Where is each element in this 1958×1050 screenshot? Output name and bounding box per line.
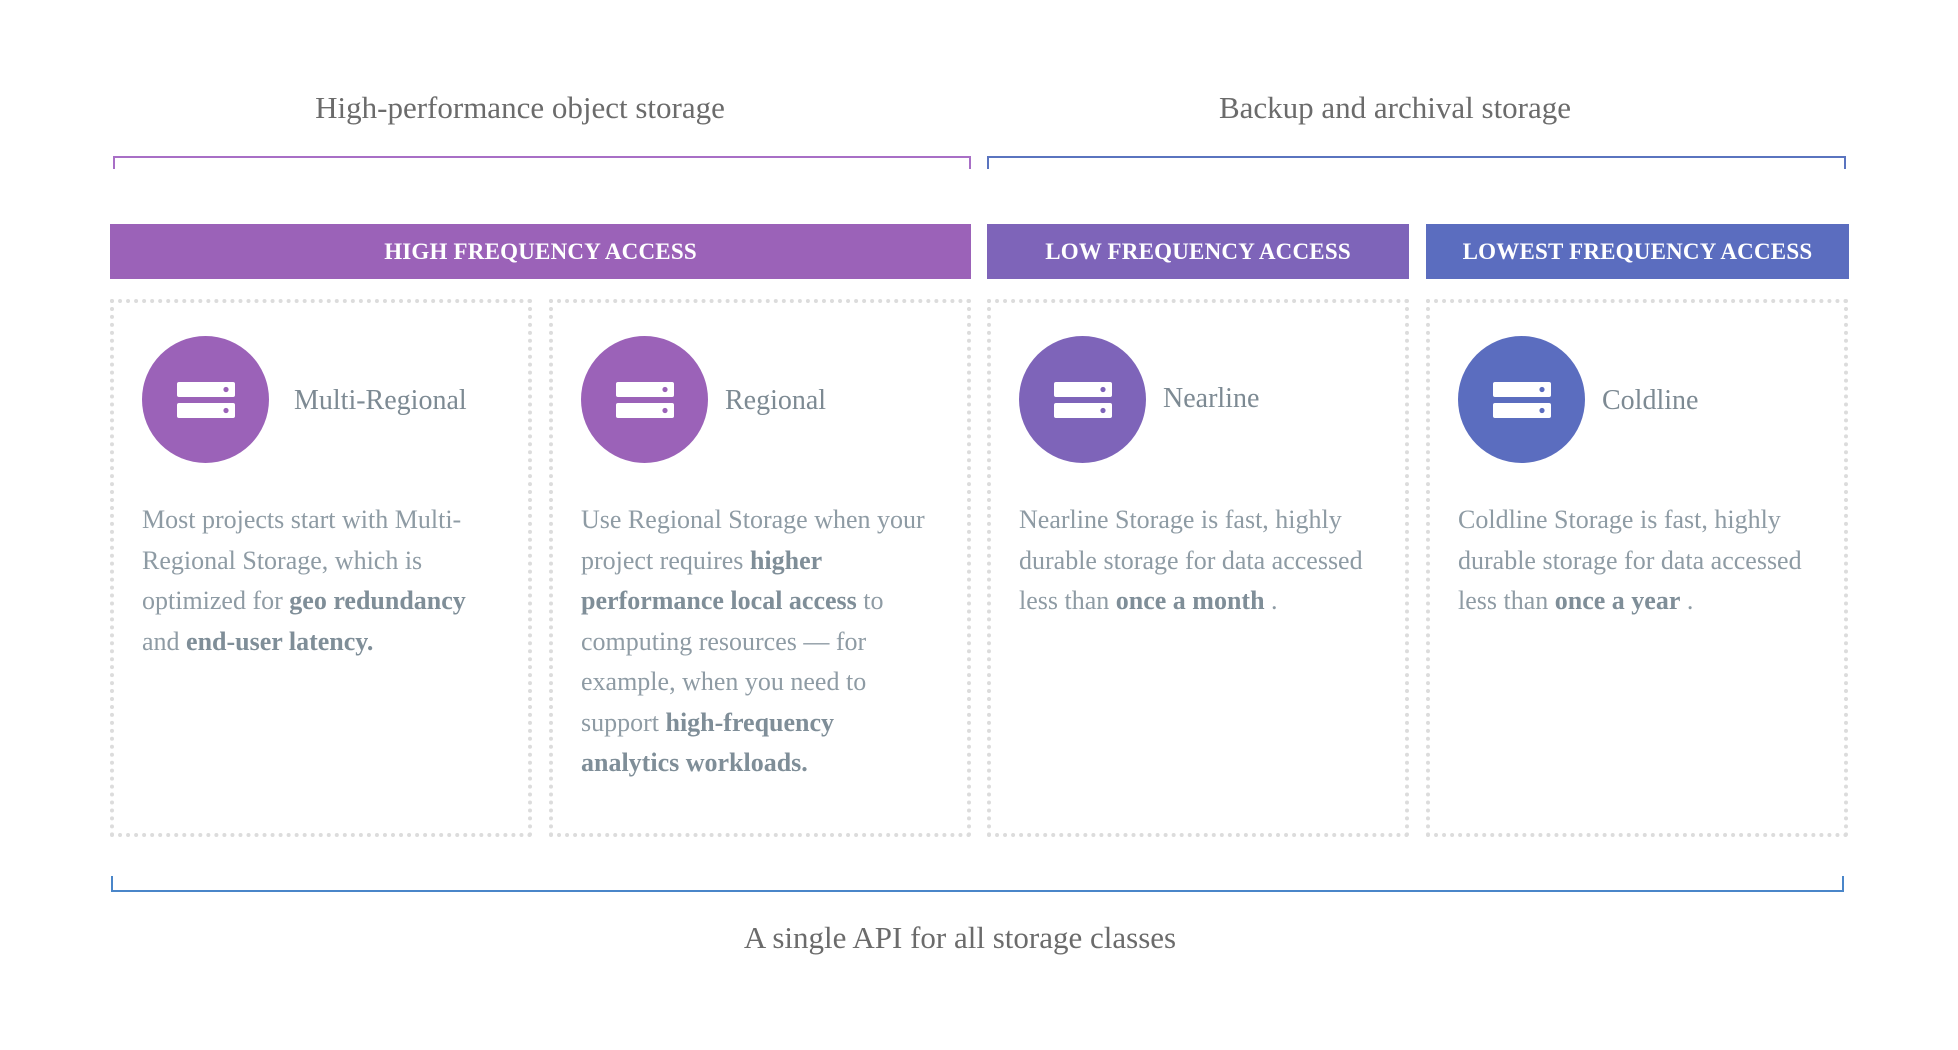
storage-server-icon [615,381,674,418]
nearline-icon-circle [1019,336,1146,463]
card-description: Use Regional Storage when your project r… [581,500,931,784]
storage-server-icon [176,381,235,418]
desc-emphasis: geo redundancy [289,586,466,615]
card-title: Multi-Regional [294,385,467,416]
storage-server-icon [1053,381,1112,418]
single-api-bracket [111,876,1844,892]
coldline-icon-circle [1458,336,1585,463]
desc-text: . [1680,586,1694,615]
card-coldline: Coldline Coldline Storage is fast, highl… [1426,299,1848,837]
desc-emphasis: end-user latency. [186,626,374,656]
backup-archival-storage-title: Backup and archival storage [1218,90,1572,125]
storage-server-icon [1492,381,1551,418]
lowest-frequency-access-banner: LOWEST FREQUENCY ACCESS [1426,224,1849,279]
card-description: Most projects start with Multi-Regional … [142,500,492,662]
multi-regional-icon-circle [142,336,269,463]
lowest-frequency-access-label: LOWEST FREQUENCY ACCESS [1462,238,1813,264]
backup-archival-bracket [987,156,1846,169]
desc-text: and [142,626,187,656]
high-performance-storage-title: High-performance object storage [315,90,725,125]
card-description: Nearline Storage is fast, highly durable… [1019,500,1369,622]
low-frequency-access-label: LOW FREQUENCY ACCESS [1045,238,1351,264]
card-description: Coldline Storage is fast, highly durable… [1458,500,1808,622]
card-title: Coldline [1602,385,1699,416]
regional-icon-circle [581,336,708,463]
desc-emphasis: once a year [1554,586,1681,615]
single-api-title: A single API for all storage classes [743,920,1177,955]
card-title: Nearline [1163,383,1260,414]
low-frequency-access-banner: LOW FREQUENCY ACCESS [987,224,1409,279]
card-title: Regional [725,385,827,416]
desc-text: . [1264,586,1278,615]
card-regional: Regional Use Regional Storage when your … [549,299,971,837]
high-frequency-access-label: HIGH FREQUENCY ACCESS [384,238,697,264]
high-performance-bracket [113,156,971,169]
card-nearline: Nearline Nearline Storage is fast, highl… [987,299,1409,837]
desc-emphasis: once a month [1115,586,1265,615]
high-frequency-access-banner: HIGH FREQUENCY ACCESS [110,224,971,279]
card-multi-regional: Multi-Regional Most projects start with … [110,299,532,837]
